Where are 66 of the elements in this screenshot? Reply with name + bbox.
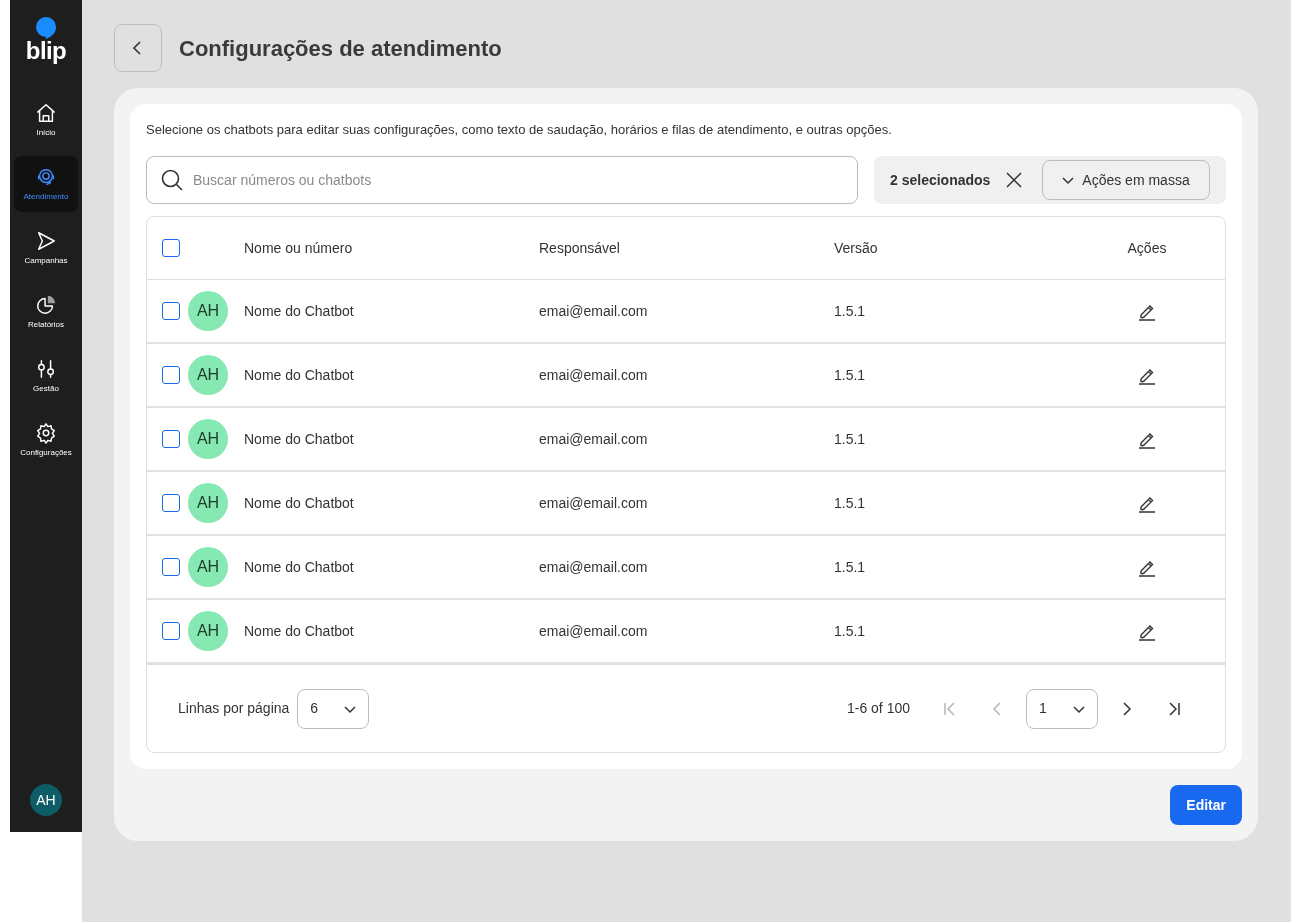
settings-icon (35, 422, 57, 444)
clear-selection-button[interactable] (1004, 170, 1025, 190)
table-cell: 1.5.1 (834, 622, 866, 639)
home-icon (35, 102, 57, 124)
table-cell: emai@email.com (539, 430, 648, 447)
page-select[interactable]: 1 (1026, 688, 1098, 729)
table-cell: 1.5.1 (834, 302, 866, 319)
sidebar-item[interactable]: Configurações (14, 412, 78, 468)
headset-icon (35, 166, 57, 188)
table-cell: emai@email.com (539, 366, 648, 383)
column-header: Responsável (539, 239, 620, 256)
edit-button[interactable]: Editar (1170, 785, 1242, 825)
logo-text: blip (25, 38, 67, 64)
search-field[interactable]: Buscar números ou chatbots (146, 156, 858, 204)
checkbox[interactable] (162, 622, 180, 640)
page-title: Configurações de atendimento (179, 34, 502, 63)
sidebar-item[interactable]: Início (14, 92, 78, 148)
bulk-actions-button[interactable]: Ações em massa (1042, 160, 1210, 200)
table-cell: 1.5.1 (834, 558, 866, 575)
checkbox[interactable] (162, 430, 180, 448)
selection-count: 2 selecionados (890, 170, 991, 190)
user-avatar[interactable]: AH (30, 784, 62, 816)
table-cell: emai@email.com (539, 494, 648, 511)
avatar: AH (188, 291, 228, 331)
checkbox[interactable] (162, 239, 180, 257)
avatar: AH (188, 355, 228, 395)
sidebar-item[interactable]: Atendimento (14, 156, 78, 212)
rows-per-page-select[interactable]: 6 (297, 688, 370, 729)
table-cell: Nome do Chatbot (244, 494, 354, 511)
table-cell: Nome do Chatbot (244, 430, 354, 447)
close-icon (1006, 172, 1023, 188)
sidebar-item[interactable]: Relatórios (14, 284, 78, 340)
sliders-icon (35, 358, 57, 380)
sidebar-item[interactable]: Campanhas (14, 220, 78, 276)
table-cell: 1.5.1 (834, 366, 866, 383)
avatar: AH (188, 611, 228, 651)
checkbox[interactable] (162, 366, 180, 384)
avatar: AH (188, 419, 228, 459)
table-cell: Nome do Chatbot (244, 558, 354, 575)
logo-bubble-icon (34, 16, 58, 40)
table-cell: emai@email.com (539, 622, 648, 639)
checkbox[interactable] (162, 494, 180, 512)
column-header: Versão (834, 239, 878, 256)
send-icon (35, 230, 57, 252)
last-page-icon (1166, 700, 1182, 717)
search-icon (160, 168, 184, 192)
description-text: Selecione os chatbots para editar suas configurações, como texto de saudação, horários e filas de atendimento, e outras opções. (146, 121, 893, 139)
table-cell: 1.5.1 (834, 430, 866, 447)
table-cell: emai@email.com (539, 558, 648, 575)
avatar: AH (188, 547, 228, 587)
page-range-text: 1-6 of 100 (846, 699, 910, 718)
chevron-down-icon (1062, 174, 1075, 186)
checkbox[interactable] (162, 558, 180, 576)
pie-chart-icon (35, 294, 57, 316)
table-cell: Nome do Chatbot (244, 622, 354, 639)
table-cell: emai@email.com (539, 302, 648, 319)
table-cell: Nome do Chatbot (244, 302, 354, 319)
rows-per-page-label: Linhas por página (178, 699, 290, 718)
avatar: AH (188, 483, 228, 523)
sidebar-item[interactable]: Gestão (14, 348, 78, 404)
table-cell: Nome do Chatbot (244, 366, 354, 383)
table-cell: 1.5.1 (834, 494, 866, 511)
column-header: Ações (1127, 238, 1167, 258)
first-page-icon (942, 700, 958, 717)
column-header: Nome ou número (244, 239, 353, 256)
checkbox[interactable] (162, 302, 180, 320)
